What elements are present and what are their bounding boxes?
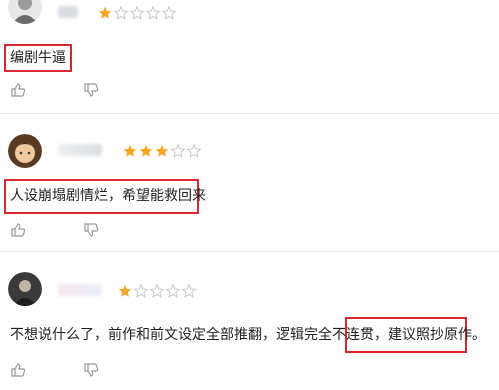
thumbs-up-icon[interactable] bbox=[10, 82, 26, 98]
review-text-highlighted: 建议照抄原作。 bbox=[388, 327, 486, 343]
star-empty-icon bbox=[166, 284, 180, 298]
star-empty-icon bbox=[114, 6, 128, 20]
star-rating bbox=[118, 284, 196, 298]
avatar-image-icon bbox=[8, 134, 42, 168]
thumbs-down-icon[interactable] bbox=[83, 82, 99, 98]
star-empty-icon bbox=[130, 6, 144, 20]
avatar[interactable] bbox=[8, 0, 42, 24]
avatar-image-icon bbox=[8, 0, 42, 24]
review-text: 编剧牛逼 bbox=[10, 50, 66, 66]
divider bbox=[0, 251, 499, 252]
review-text: 人设崩塌剧情烂，希望能救回来 bbox=[10, 188, 206, 204]
star-filled-icon bbox=[155, 144, 169, 157]
review-text: 不想说什么了，前作和前文设定全部推翻，逻辑完全不连贯，建议照抄原作。 bbox=[10, 326, 486, 344]
thumbs-down-icon[interactable] bbox=[83, 362, 99, 378]
star-empty-icon bbox=[171, 144, 185, 158]
avatar[interactable] bbox=[8, 272, 42, 306]
star-filled-icon bbox=[139, 144, 153, 157]
star-empty-icon bbox=[187, 144, 201, 158]
divider bbox=[0, 113, 499, 114]
thumbs-up-icon[interactable] bbox=[10, 362, 26, 378]
star-empty-icon bbox=[182, 284, 196, 298]
star-empty-icon bbox=[134, 284, 148, 298]
username-blurred bbox=[58, 284, 102, 296]
avatar-image-icon bbox=[8, 272, 42, 306]
star-filled-icon bbox=[123, 144, 137, 157]
star-filled-icon bbox=[118, 284, 132, 297]
username-blurred bbox=[58, 6, 78, 18]
username-blurred bbox=[58, 144, 102, 156]
star-empty-icon bbox=[146, 6, 160, 20]
star-filled-icon bbox=[98, 6, 112, 19]
avatar[interactable] bbox=[8, 134, 42, 168]
star-empty-icon bbox=[162, 6, 176, 20]
review-text-part: 不想说什么了，前作和前文设定全部推翻，逻辑完全不连贯， bbox=[10, 327, 388, 343]
thumbs-up-icon[interactable] bbox=[10, 222, 26, 238]
thumbs-down-icon[interactable] bbox=[83, 222, 99, 238]
star-rating bbox=[98, 6, 176, 20]
star-empty-icon bbox=[150, 284, 164, 298]
star-rating bbox=[123, 144, 201, 158]
